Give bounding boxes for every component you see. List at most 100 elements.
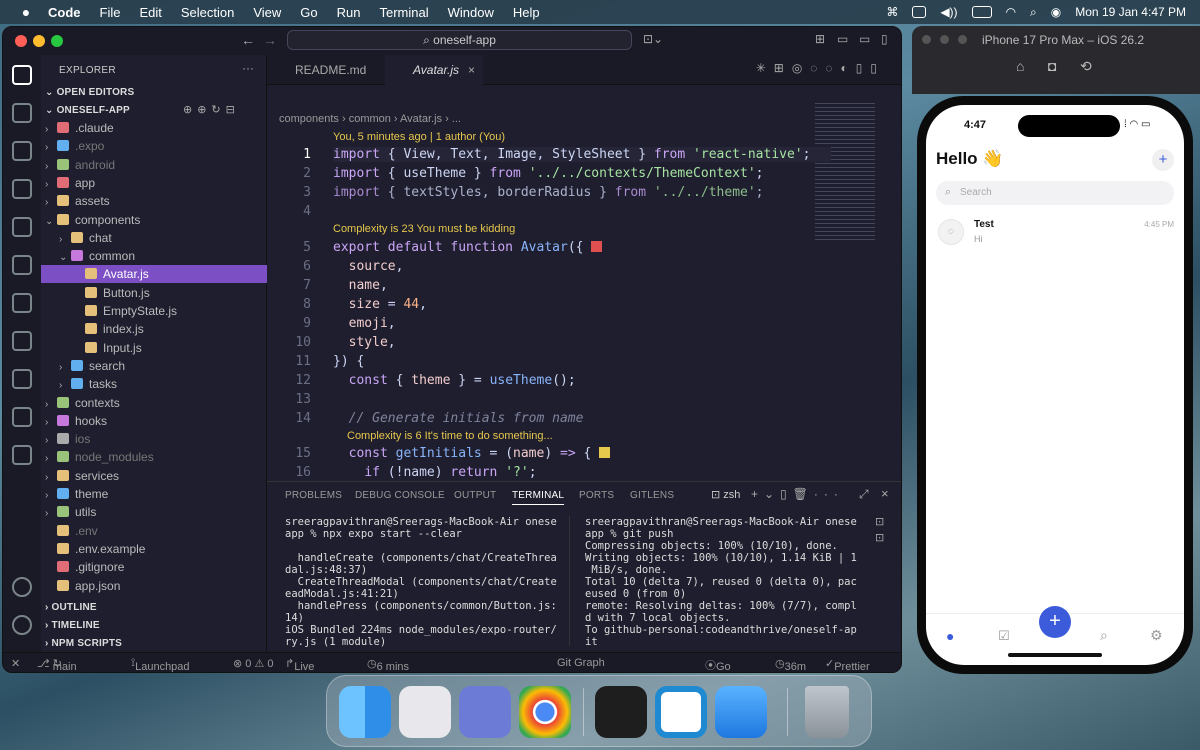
folder-item[interactable]: › search [41,357,267,375]
folder-item[interactable]: › contexts [41,394,267,412]
figma-icon[interactable] [595,686,647,738]
project-root-section[interactable]: ⌄ ONESELF-APP [45,105,130,116]
add-thread-button[interactable]: + [1152,149,1174,171]
toggle-panel-icon[interactable]: ▭ [859,32,870,46]
folder-item[interactable]: › .expo [41,137,267,155]
close-window-button[interactable] [922,35,931,44]
tab-debug-console[interactable]: DEBUG CONSOLE [355,490,445,501]
folder-item[interactable]: › android [41,156,267,174]
live-share-icon[interactable] [12,369,32,389]
minimize-window-button[interactable] [940,35,949,44]
tab-readme[interactable]: README.md [267,55,385,85]
toggle-secondary-sidebar-icon[interactable]: ▯ [881,32,888,46]
folder-item[interactable]: › tasks [41,375,267,393]
finder-icon[interactable] [339,686,391,738]
command-center[interactable]: ⌕ oneself-app [287,30,632,50]
complexity-lens[interactable]: Complexity is 23 You must be kidding [333,223,515,235]
settings-gear-icon[interactable] [12,615,32,635]
layout-icon[interactable]: ⊞ [815,32,825,46]
folder-item[interactable]: ⌄ components [41,211,267,229]
search-tab-icon[interactable]: ⌕ [1100,627,1108,644]
launchpad-icon[interactable] [399,686,451,738]
file-item[interactable]: .gitignore [41,558,267,576]
file-item[interactable]: Input.js [41,339,267,357]
maximize-panel-icon[interactable]: ⤢ [859,487,869,502]
folder-item[interactable]: ⌄ common [41,247,267,265]
close-panel-icon[interactable]: × [881,486,889,501]
launchpad-status[interactable]: ⟟ Launchpad [131,657,190,672]
menu-help[interactable]: Help [513,5,540,20]
folder-item[interactable]: › chat [41,229,267,247]
volume-icon[interactable]: ◀)) [940,5,957,19]
folder-item[interactable]: › node_modules [41,448,267,466]
chrome-icon[interactable] [519,686,571,738]
maximize-window-button[interactable] [958,35,967,44]
branch-status[interactable]: ⎇ main ↻ [37,657,77,672]
compose-fab-button[interactable]: + [1039,606,1071,638]
forward-arrow-icon[interactable]: → [263,32,277,48]
more-actions-icon[interactable]: ··· [242,61,254,75]
folder-item[interactable]: › hooks [41,412,267,430]
tab-gitlens[interactable]: GITLENS [630,490,674,501]
explorer-icon[interactable] [12,65,32,85]
source-control-icon[interactable] [12,141,32,161]
problems-status[interactable]: ⊗ 0 ⚠ 0 [233,657,273,670]
git-blame-annotation[interactable]: You, 5 minutes ago | 1 author (You) [333,131,505,143]
home-icon[interactable]: ⌂ [1016,58,1024,74]
search-view-icon[interactable] [12,103,32,123]
menu-run[interactable]: Run [337,5,361,20]
github-icon[interactable]: ⌘ [886,5,898,19]
terminal-left[interactable]: sreeragpavithran@Sreerags-MacBook-Air on… [285,516,557,648]
file-item[interactable]: .env [41,522,267,540]
file-item[interactable]: Avatar.js [41,265,267,284]
maximize-window-button[interactable] [51,35,63,47]
file-item[interactable]: Button.js [41,284,267,302]
vscode-icon[interactable] [655,686,707,738]
terminal-shell-select[interactable]: ⊡ zsh [711,488,740,501]
explorer-actions-icon[interactable]: ⊕⊕↻⊟ [183,103,240,116]
preview-icon[interactable] [715,686,767,738]
menu-terminal[interactable]: Terminal [380,5,429,20]
menu-view[interactable]: View [253,5,281,20]
list-item[interactable]: ◌ Test Hi 4:45 PM [926,217,1184,253]
menu-file[interactable]: File [100,5,121,20]
terminal-divider[interactable] [569,516,570,646]
chatgpt-icon[interactable] [12,445,32,465]
chats-tab-icon[interactable]: ● [946,628,954,644]
go-live-status[interactable]: ⦿ Go Live [705,657,731,672]
close-window-button[interactable] [15,35,27,47]
tab-ports[interactable]: PORTS [579,490,614,501]
remote-icon[interactable]: ✕ [11,657,20,670]
apple-menu-icon[interactable]: ● [18,4,34,20]
coding-time-status[interactable]: ◷ 6 mins Coding, 1 sec Writing Docs [367,657,409,672]
run-debug-icon[interactable] [12,179,32,199]
remote-explorer-icon[interactable] [12,255,32,275]
code-editor[interactable]: components › common › Avatar.js › ... Yo… [267,103,901,481]
settings-tab-icon[interactable]: ⚙ [1150,627,1163,644]
file-item[interactable]: index.js [41,320,267,338]
folder-item[interactable]: › ios [41,430,267,448]
tasks-tab-icon[interactable]: ☑ [998,628,1010,644]
trash-icon[interactable] [805,686,849,738]
git-graph-status[interactable]: Git Graph [557,657,605,669]
gitlens-icon[interactable] [12,331,32,351]
control-center-icon[interactable]: ◉ [1051,5,1061,19]
breadcrumb[interactable]: components › common › Avatar.js › ... [279,113,461,125]
back-arrow-icon[interactable]: ← [241,32,255,48]
keyboard-icon[interactable] [912,6,927,18]
terminal-right[interactable]: sreeragpavithran@Sreerags-MacBook-Air on… [585,516,857,648]
simulator-icon[interactable] [459,686,511,738]
containers-icon[interactable] [12,407,32,427]
folder-item[interactable]: › assets [41,192,267,210]
extensions-icon[interactable] [12,217,32,237]
menu-selection[interactable]: Selection [181,5,234,20]
battery-icon[interactable] [971,6,992,18]
tab-problems[interactable]: PROBLEMS [285,490,342,501]
folder-item[interactable]: › services [41,467,267,485]
folder-item[interactable]: › theme [41,485,267,503]
menubar-clock[interactable]: Mon 19 Jan 4:47 PM [1075,5,1186,19]
spotlight-icon[interactable]: ⌕ [1030,5,1037,20]
menu-edit[interactable]: Edit [139,5,161,20]
wifi-icon[interactable]: ◠ [1006,5,1016,19]
prettier-status[interactable]: ✓ Prettier [825,657,870,672]
